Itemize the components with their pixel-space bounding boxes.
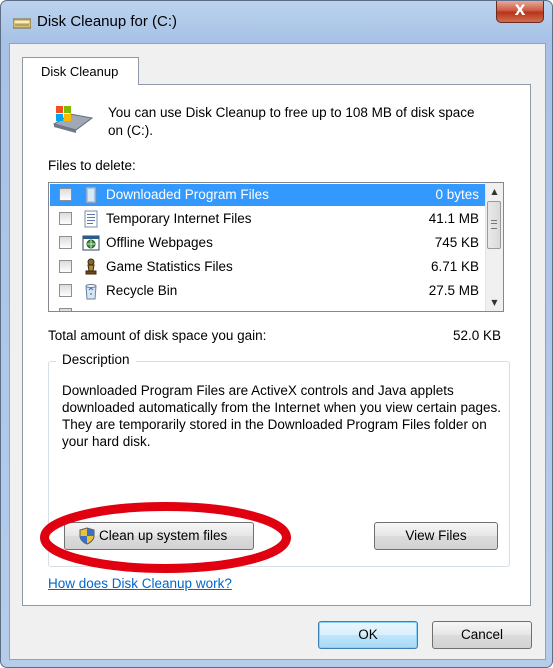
window-title: Disk Cleanup for (C:) [37,13,178,30]
description-text: Downloaded Program Files are ActiveX con… [62,383,502,449]
cancel-button[interactable]: Cancel [432,621,532,649]
file-size: 745 KB [434,235,479,250]
title-bar[interactable]: Disk Cleanup for (C:) X [1,1,552,43]
offline-webpage-icon [82,235,100,251]
checkbox[interactable] [59,260,72,273]
scroll-down-arrow-icon[interactable]: ▼ [486,294,503,311]
file-name: Downloaded Program Files [106,187,269,202]
disk-cleanup-title-icon [13,18,31,29]
intro-text: You can use Disk Cleanup to free up to 1… [108,105,475,138]
list-item[interactable]: Game Statistics Files 6.71 KB [50,256,485,278]
checkbox[interactable] [59,308,72,311]
scroll-thumb[interactable] [487,201,501,249]
file-name: Recycle Bin [106,283,178,298]
folder-icon [85,186,97,204]
file-size: 0 bytes [435,187,479,202]
tab-disk-cleanup-label: Disk Cleanup [41,64,119,79]
uac-shield-icon [79,527,95,545]
view-files-button[interactable]: View Files [374,522,498,550]
disk-cleanup-icon [52,106,94,133]
description-title: Description [56,352,136,367]
file-name: Offline Webpages [106,235,213,250]
checkbox[interactable] [59,284,72,297]
ok-label: OK [358,627,378,642]
list-item-partial[interactable] [50,304,485,311]
ok-button[interactable]: OK [318,621,418,649]
recycle-bin-icon [85,284,97,300]
file-size: 41.1 MB [428,211,479,226]
list-item[interactable]: Offline Webpages 745 KB [50,232,485,254]
tab-disk-cleanup[interactable]: Disk Cleanup [22,57,139,85]
close-button[interactable]: X [496,1,544,23]
close-icon: X [514,3,526,19]
file-size: 6.71 KB [430,259,479,274]
cancel-label: Cancel [460,627,504,642]
help-link[interactable]: How does Disk Cleanup work? [48,576,232,591]
file-size: 27.5 MB [428,283,479,298]
files-listbox[interactable]: Downloaded Program Files 0 bytes Tempora… [48,182,504,312]
clean-up-system-files-button[interactable]: Clean up system files [64,522,254,550]
grip-icon [491,220,497,229]
clean-up-system-files-label: Clean up system files [99,528,228,543]
checkbox[interactable] [59,236,72,249]
chess-piece-icon [85,258,97,275]
list-item[interactable]: Downloaded Program Files 0 bytes [50,184,485,206]
scroll-up-arrow-icon[interactable]: ▲ [486,183,503,200]
file-name: Game Statistics Files [106,259,233,274]
document-icon [84,210,98,228]
total-space-value: 52.0 KB [452,328,501,343]
file-name: Temporary Internet Files [106,211,252,226]
total-space-label: Total amount of disk space you gain: [48,328,267,343]
checkbox[interactable] [59,188,72,201]
files-to-delete-label-text: Files to delete: [48,158,136,173]
list-item[interactable]: Recycle Bin 27.5 MB [50,280,485,302]
checkbox[interactable] [59,212,72,225]
view-files-label: View Files [405,528,467,543]
list-scrollbar[interactable]: ▲ ▼ [485,183,503,311]
list-item[interactable]: Temporary Internet Files 41.1 MB [50,208,485,230]
files-to-delete-label: Files to delete: [48,158,136,173]
